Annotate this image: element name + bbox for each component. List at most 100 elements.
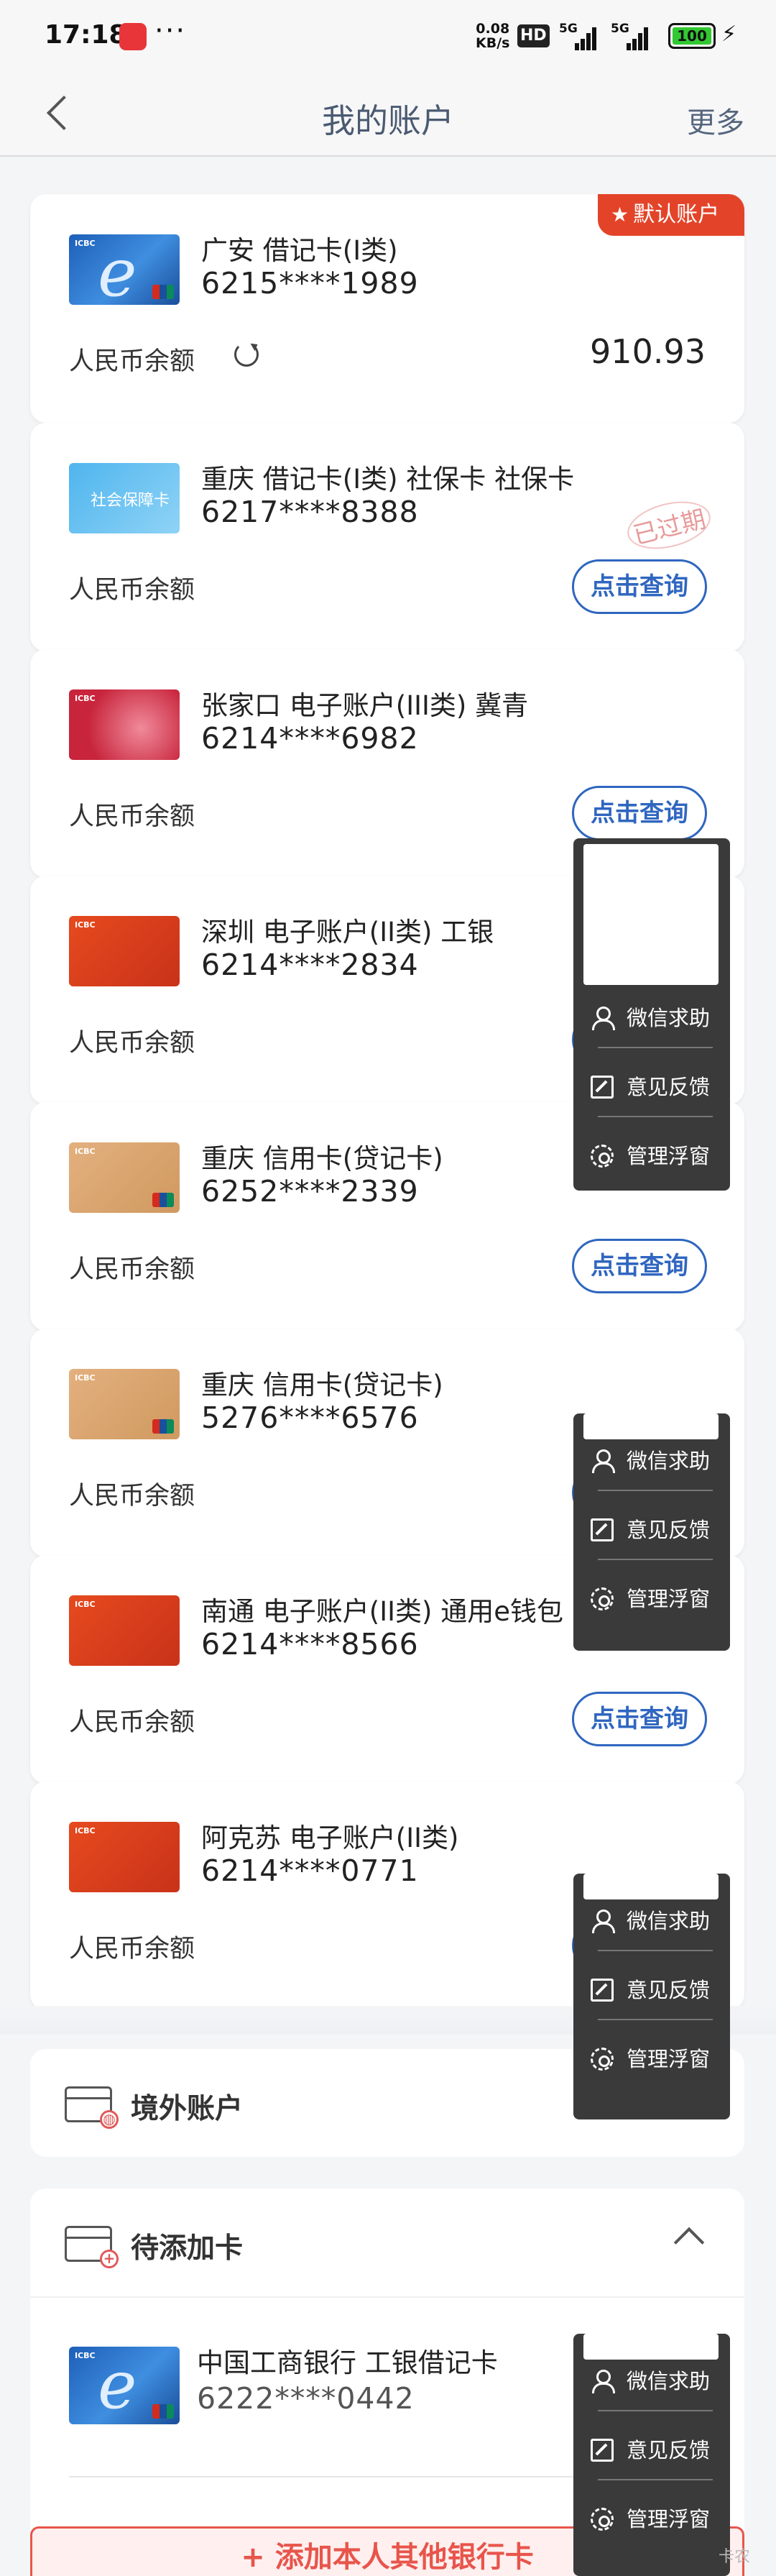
card-image-text: 社会保障卡 bbox=[91, 492, 170, 510]
account-number: 6214****6982 bbox=[201, 721, 419, 756]
network-speed: 0.08 KB/s bbox=[476, 22, 509, 50]
feedback-button[interactable]: 意见反馈 bbox=[573, 1501, 730, 1559]
manage-float-button[interactable]: 管理浮窗 bbox=[573, 1570, 730, 1628]
wechat-help-button[interactable]: 微信求助 bbox=[573, 989, 730, 1047]
query-balance-button[interactable]: 点击查询 bbox=[572, 559, 707, 614]
balance-label: 人民币余额 bbox=[69, 802, 195, 831]
signal-label-2: 5G bbox=[611, 22, 629, 36]
manage-float-button[interactable]: 管理浮窗 bbox=[573, 1127, 730, 1185]
wechat-help-button[interactable]: 微信求助 bbox=[573, 1432, 730, 1490]
feedback-label: 意见反馈 bbox=[627, 1075, 711, 1099]
feedback-label: 意见反馈 bbox=[627, 1978, 711, 2002]
network-speed-unit: KB/s bbox=[476, 35, 510, 51]
manage-float-label: 管理浮窗 bbox=[627, 1144, 711, 1168]
default-account-label: 默认账户 bbox=[633, 202, 720, 227]
query-balance-button[interactable]: 点击查询 bbox=[572, 1692, 707, 1746]
battery-level: 100 bbox=[673, 27, 711, 45]
account-number: 6214****0771 bbox=[201, 1853, 419, 1888]
manage-float-button[interactable]: 管理浮窗 bbox=[573, 2490, 730, 2548]
wechat-help-button[interactable]: 微信求助 bbox=[573, 2352, 730, 2410]
gear-icon bbox=[591, 2048, 614, 2071]
add-card-icon: + bbox=[65, 2226, 119, 2268]
account-number: 5276****6576 bbox=[201, 1401, 419, 1435]
query-balance-button[interactable]: 点击查询 bbox=[572, 786, 707, 840]
network-speed-value: 0.08 bbox=[476, 21, 510, 37]
edit-icon bbox=[591, 1518, 614, 1541]
floating-widget[interactable]: 微信求助 意见反馈 管理浮窗 bbox=[573, 1874, 730, 2119]
signal-icon: 5G bbox=[559, 22, 601, 50]
account-name: 重庆 借记卡(I类) 社保卡 社保卡 bbox=[201, 464, 575, 495]
user-icon bbox=[591, 2370, 615, 2393]
edit-icon bbox=[591, 1979, 614, 2002]
battery-icon: 100 bbox=[668, 23, 716, 49]
wechat-help-label: 微信求助 bbox=[627, 1449, 711, 1473]
pending-cards-title: 待添加卡 bbox=[131, 2232, 244, 2265]
account-number: 6214****2834 bbox=[201, 948, 419, 982]
card-image: ICBC bbox=[69, 1142, 180, 1213]
more-button[interactable]: 更多 bbox=[687, 99, 744, 141]
user-icon bbox=[591, 1910, 615, 1933]
globe-card-icon: ◍ bbox=[65, 2086, 119, 2129]
manage-float-label: 管理浮窗 bbox=[627, 2047, 711, 2071]
card-image: ICBC bbox=[69, 1822, 180, 1892]
manage-float-button[interactable]: 管理浮窗 bbox=[573, 2030, 730, 2088]
balance-label: 人民币余额 bbox=[69, 347, 195, 376]
feedback-label: 意见反馈 bbox=[627, 2438, 711, 2462]
wechat-help-label: 微信求助 bbox=[627, 1006, 711, 1030]
feedback-button[interactable]: 意见反馈 bbox=[573, 1961, 730, 2019]
more-notifications-icon: ··· bbox=[154, 14, 187, 47]
feedback-button[interactable]: 意见反馈 bbox=[573, 1058, 730, 1116]
balance-label: 人民币余额 bbox=[69, 1029, 195, 1058]
account-name: 广安 借记卡(I类) bbox=[201, 235, 398, 266]
charging-icon: ⚡ bbox=[721, 22, 737, 47]
wechat-help-label: 微信求助 bbox=[627, 2369, 711, 2393]
gear-icon bbox=[591, 1145, 614, 1168]
page-title: 我的账户 bbox=[322, 101, 454, 140]
balance-label: 人民币余额 bbox=[69, 1935, 195, 1963]
account-number: 6217****8388 bbox=[201, 495, 419, 529]
signal-icon-2: 5G bbox=[611, 22, 652, 50]
floating-widget[interactable]: 微信求助 意见反馈 管理浮窗 bbox=[573, 838, 730, 1191]
floating-widget[interactable]: 微信求助 意见反馈 管理浮窗 bbox=[573, 2334, 730, 2576]
account-name: 阿克苏 电子账户(II类) bbox=[201, 1823, 459, 1853]
card-image: ICBC e bbox=[69, 2347, 180, 2424]
default-account-badge: ★ 默认账户 bbox=[598, 194, 744, 236]
balance-amount: 910.93 bbox=[590, 332, 706, 371]
account-number: 6252****2339 bbox=[201, 1174, 419, 1209]
signal-label: 5G bbox=[559, 22, 578, 36]
manage-float-label: 管理浮窗 bbox=[627, 2507, 711, 2531]
floating-widget[interactable]: 微信求助 意见反馈 管理浮窗 bbox=[573, 1413, 730, 1651]
account-name: 南通 电子账户(II类) 通用e钱包 bbox=[201, 1596, 563, 1627]
card-image: ICBC e bbox=[69, 234, 180, 305]
gear-icon bbox=[591, 1587, 614, 1610]
gear-icon bbox=[591, 2508, 614, 2531]
edit-icon bbox=[591, 1076, 614, 1099]
app-notification-icon bbox=[119, 23, 147, 50]
refresh-icon[interactable] bbox=[234, 342, 259, 367]
feedback-button[interactable]: 意见反馈 bbox=[573, 2421, 730, 2479]
status-time: 17:18 bbox=[45, 20, 127, 50]
expired-stamp: 已过期 bbox=[622, 493, 716, 557]
balance-label: 人民币余额 bbox=[69, 576, 195, 605]
hd-icon: HD bbox=[517, 24, 550, 47]
wechat-help-button[interactable]: 微信求助 bbox=[573, 1892, 730, 1950]
watermark: 卡农 bbox=[719, 2548, 751, 2566]
nav-header: 我的账户 更多 bbox=[0, 72, 776, 157]
card-image: ICBC bbox=[69, 916, 180, 986]
star-icon: ★ bbox=[611, 203, 629, 226]
query-balance-button[interactable]: 点击查询 bbox=[572, 1239, 707, 1293]
account-number: 6215****1989 bbox=[201, 266, 419, 301]
user-icon bbox=[591, 1449, 615, 1473]
chevron-up-icon[interactable] bbox=[673, 2227, 705, 2258]
pending-card-number: 6222****0442 bbox=[197, 2381, 415, 2416]
wechat-help-label: 微信求助 bbox=[627, 1909, 711, 1933]
account-number: 6214****8566 bbox=[201, 1627, 419, 1661]
card-image: ICBC bbox=[69, 1369, 180, 1439]
balance-label: 人民币余额 bbox=[69, 1708, 195, 1737]
feedback-label: 意见反馈 bbox=[627, 1518, 711, 1542]
account-name: 张家口 电子账户(III类) 冀青 bbox=[201, 690, 529, 721]
account-name: 重庆 信用卡(贷记卡) bbox=[201, 1143, 443, 1174]
edit-icon bbox=[591, 2439, 614, 2462]
account-card[interactable]: 社会保障卡 重庆 借记卡(I类) 社保卡 社保卡 6217****8388 已过… bbox=[30, 423, 744, 651]
account-card[interactable]: ICBC e 广安 借记卡(I类) 6215****1989 人民币余额 910.… bbox=[30, 194, 744, 423]
